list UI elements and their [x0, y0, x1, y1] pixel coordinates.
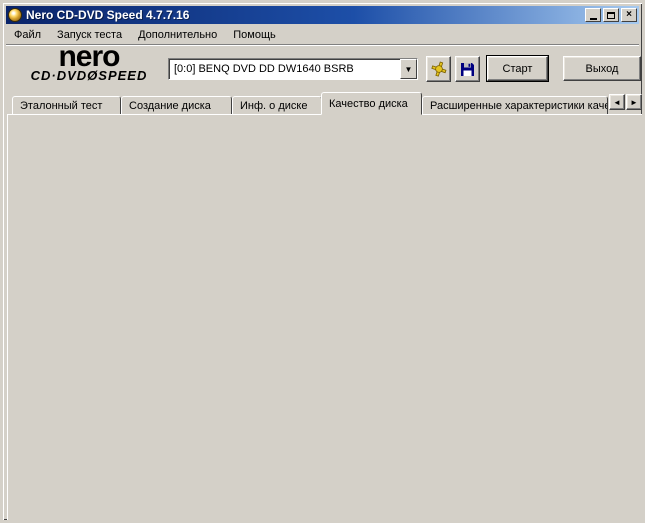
save-icon: [461, 62, 474, 76]
maximize-icon: [607, 11, 615, 19]
drive-select[interactable]: [0:0] BENQ DVD DD DW1640 BSRB ▼: [168, 58, 418, 80]
window-title: Nero CD-DVD Speed 4.7.7.16: [26, 8, 190, 22]
title-bar[interactable]: Nero CD-DVD Speed 4.7.7.16 ×: [6, 6, 639, 24]
tools-icon: [430, 61, 446, 77]
menu-help[interactable]: Помощь: [225, 27, 284, 43]
app-icon: [8, 8, 22, 22]
menu-file[interactable]: Файл: [6, 27, 49, 43]
logo-line1: nero: [58, 40, 120, 73]
arrow-right-icon: ►: [630, 97, 638, 107]
tab-scroll-right-button[interactable]: ►: [626, 94, 642, 110]
options-button[interactable]: [426, 56, 451, 82]
minimize-button[interactable]: [585, 8, 601, 22]
save-button[interactable]: [455, 56, 480, 82]
exit-button[interactable]: Выход: [563, 56, 641, 81]
tab-benchmark[interactable]: Эталонный тест: [12, 96, 121, 115]
start-button-label: Старт: [502, 62, 533, 75]
disc-quality-page: [7, 114, 642, 520]
tab-advanced-quality[interactable]: Расширенные характеристики качества дис: [422, 96, 608, 115]
start-button[interactable]: Старт: [486, 55, 549, 82]
drive-select-arrow[interactable]: ▼: [400, 59, 417, 79]
minimize-icon: [589, 17, 597, 20]
chevron-down-icon: ▼: [404, 64, 413, 74]
tab-scroll-left-button[interactable]: ◄: [609, 94, 625, 110]
close-button[interactable]: ×: [621, 8, 637, 22]
tab-disc-quality[interactable]: Качество диска: [321, 92, 422, 115]
app-window: Nero CD-DVD Speed 4.7.7.16 × Файл Запуск…: [0, 0, 645, 523]
drive-select-value: [0:0] BENQ DVD DD DW1640 BSRB: [174, 63, 354, 75]
arrow-left-icon: ◄: [613, 97, 621, 107]
tab-bar: Эталонный тест Создание диска Инф. о дис…: [7, 92, 642, 115]
nero-logo: nero CD·DVDØSPEED: [13, 40, 165, 83]
menu-extra[interactable]: Дополнительно: [130, 27, 225, 43]
exit-button-label: Выход: [585, 62, 619, 75]
close-icon: ×: [626, 9, 632, 20]
tab-create-disc[interactable]: Создание диска: [121, 96, 232, 115]
logo-line2: CD·DVDØSPEED: [30, 68, 148, 83]
tab-disc-info[interactable]: Инф. о диске: [232, 96, 322, 115]
maximize-button[interactable]: [603, 8, 619, 22]
